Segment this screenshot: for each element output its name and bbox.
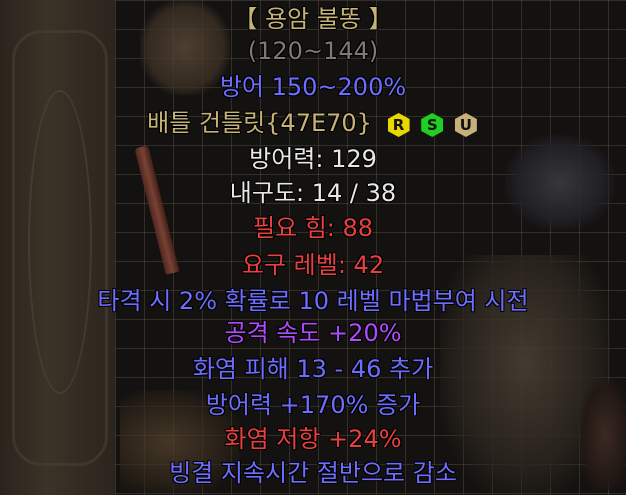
defense-value: 방어력: 129: [249, 145, 377, 173]
mod-defense-pct: 방어력 +170% 증가: [205, 391, 421, 419]
item-tooltip: 【 용암 불똥 】 (120~144) 방어 150~200% 배틀 건틀릿{4…: [0, 0, 626, 495]
required-level: 요구 레벨: 42: [241, 251, 385, 279]
durability-value: 내구도: 14 / 38: [229, 179, 397, 207]
mod-freeze-duration: 빙결 지속시간 절반으로 감소: [169, 459, 457, 487]
mod-attack-speed: 공격 속도 +20%: [224, 319, 402, 347]
r-tag-icon: R: [387, 113, 410, 137]
base-type-line: 배틀 건틀릿{47E70} R S U: [0, 108, 626, 138]
tag-badges: R S U: [386, 109, 479, 139]
damage-range: (120~144): [247, 37, 379, 65]
s-tag-icon: S: [421, 113, 444, 137]
mod-fire-resist: 화염 저항 +24%: [224, 425, 402, 453]
item-name: 【 용암 불똥 】: [233, 5, 393, 33]
mod-fire-damage: 화염 피해 13 - 46 추가: [192, 355, 434, 383]
required-strength: 필요 힘: 88: [252, 214, 374, 242]
u-tag-icon: U: [454, 113, 477, 137]
base-type: 배틀 건틀릿{47E70}: [147, 109, 372, 137]
mod-proc: 타격 시 2% 확률로 10 레벨 마법부여 시전: [97, 287, 529, 315]
defense-bonus-range: 방어 150~200%: [219, 73, 407, 101]
game-screen: 【 용암 불똥 】 (120~144) 방어 150~200% 배틀 건틀릿{4…: [0, 0, 626, 495]
